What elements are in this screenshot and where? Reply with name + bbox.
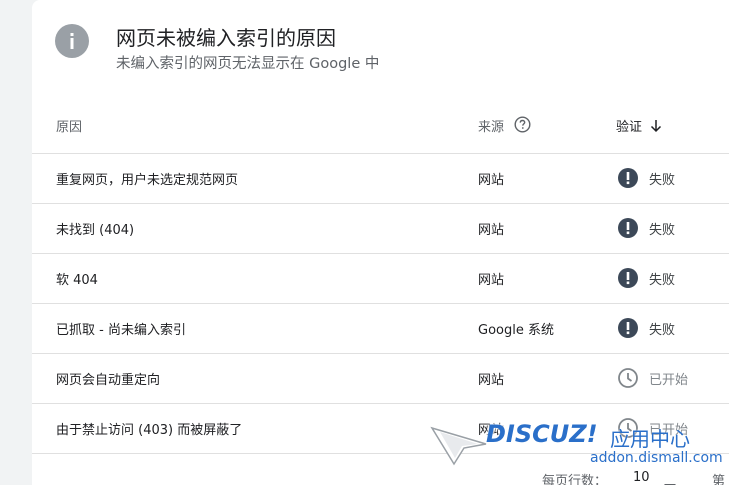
rows-per-page-label: 每页行数：: [542, 474, 608, 485]
row-reason: 已抓取 - 尚未编入索引: [56, 323, 186, 338]
chevron-down-icon[interactable]: [664, 476, 676, 485]
row-reason: 由于禁止访问 (403) 而被屏蔽了: [56, 423, 243, 438]
watermark-logo: DISCUZ!: [486, 420, 598, 448]
row-status: 失败: [649, 273, 676, 288]
row-status: 失败: [649, 223, 676, 238]
row-reason: 软 404: [56, 273, 98, 288]
table-row[interactable]: 软 404 网站 失败: [32, 253, 729, 303]
table-row[interactable]: 重复网页，用户未选定规范网页 网站 失败: [32, 153, 729, 203]
row-status: 已开始: [649, 373, 689, 388]
clock-icon: [617, 367, 639, 389]
table-row[interactable]: 网页会自动重定向 网站 已开始: [32, 353, 729, 403]
row-source: 网站: [478, 173, 505, 188]
column-header-validation[interactable]: 验证: [616, 116, 642, 135]
row-source: Google 系统: [478, 323, 554, 338]
column-header-source: 来源: [478, 120, 505, 135]
page-subtitle: 未编入索引的网页无法显示在 Google 中: [116, 56, 380, 72]
watermark-cn: 应用中心: [610, 427, 690, 451]
row-reason: 网页会自动重定向: [56, 373, 161, 388]
rows-per-page-select[interactable]: 10: [633, 470, 650, 485]
row-source: 网站: [478, 273, 505, 288]
column-header-reason: 原因: [56, 120, 83, 135]
row-source: 网站: [478, 373, 505, 388]
arrow-down-icon[interactable]: [650, 118, 662, 137]
help-icon[interactable]: [514, 116, 531, 137]
error-icon: [617, 317, 639, 339]
cursor-arrow-icon: [430, 426, 487, 466]
error-icon: [617, 167, 639, 189]
error-icon: [617, 267, 639, 289]
info-icon: [55, 24, 89, 58]
pagination-label: 第: [712, 474, 726, 485]
row-reason: 重复网页，用户未选定规范网页: [56, 173, 239, 188]
row-reason: 未找到 (404): [56, 223, 135, 238]
row-status: 失败: [649, 173, 676, 188]
table-row[interactable]: 未找到 (404) 网站 失败: [32, 203, 729, 253]
table-row[interactable]: 已抓取 - 尚未编入索引 Google 系统 失败: [32, 303, 729, 353]
row-status: 失败: [649, 323, 676, 338]
row-source: 网站: [478, 223, 505, 238]
card-header: 网页未被编入索引的原因 未编入索引的网页无法显示在 Google 中: [32, 0, 729, 100]
page-title: 网页未被编入索引的原因: [116, 26, 336, 50]
error-icon: [617, 217, 639, 239]
issues-card: 网页未被编入索引的原因 未编入索引的网页无法显示在 Google 中 原因 来源…: [32, 0, 729, 485]
watermark: DISCUZ! 应用中心 addon.dismall.com: [430, 418, 723, 470]
watermark-url: addon.dismall.com: [590, 450, 723, 466]
